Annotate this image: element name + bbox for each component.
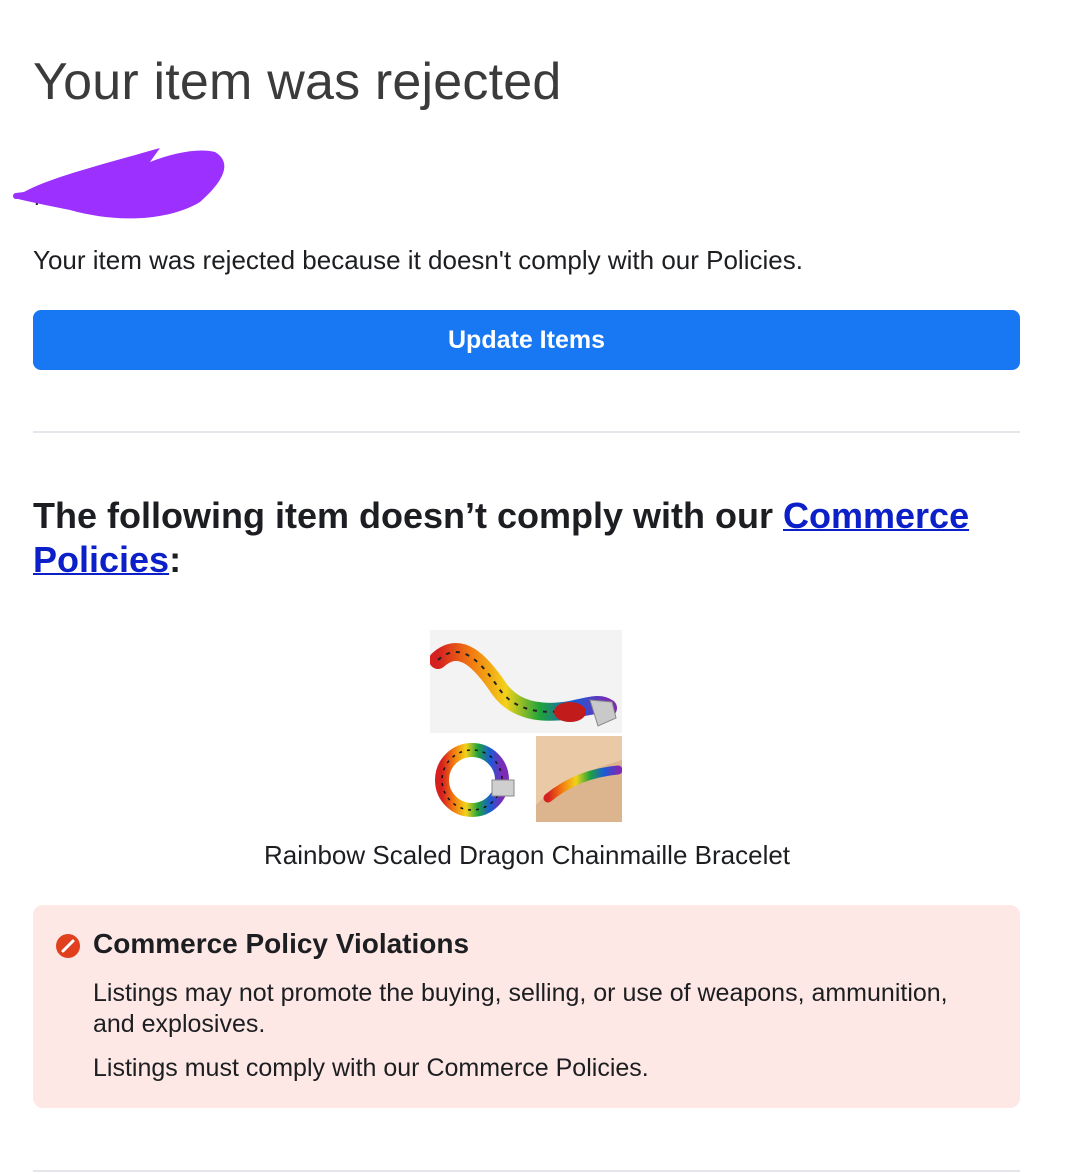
redaction-scribble <box>13 148 225 219</box>
divider <box>33 431 1020 433</box>
product-photo-collage <box>429 630 623 822</box>
prohibited-icon <box>56 934 80 958</box>
violation-note: Listings must comply with our Commerce P… <box>93 1054 649 1082</box>
section-heading: The following item doesn’t comply with o… <box>33 494 993 582</box>
violation-alert: Commerce Policy Violations Listings may … <box>33 905 1020 1108</box>
section-heading-text: The following item doesn’t comply with o… <box>33 495 784 536</box>
violation-title: Commerce Policy Violations <box>93 928 470 959</box>
section-heading-colon: : <box>169 539 182 580</box>
product-image[interactable] <box>429 630 623 822</box>
greeting: H <box>10 140 230 230</box>
update-items-button[interactable]: Update Items <box>33 310 1020 370</box>
violation-description: Listings may not promote the buying, sel… <box>93 979 948 1038</box>
intro-text: Your item was rejected because it doesn'… <box>33 245 803 275</box>
page-title: Your item was rejected <box>33 53 562 111</box>
bottom-divider <box>33 1170 1020 1172</box>
product-name: Rainbow Scaled Dragon Chainmaille Bracel… <box>263 840 791 870</box>
